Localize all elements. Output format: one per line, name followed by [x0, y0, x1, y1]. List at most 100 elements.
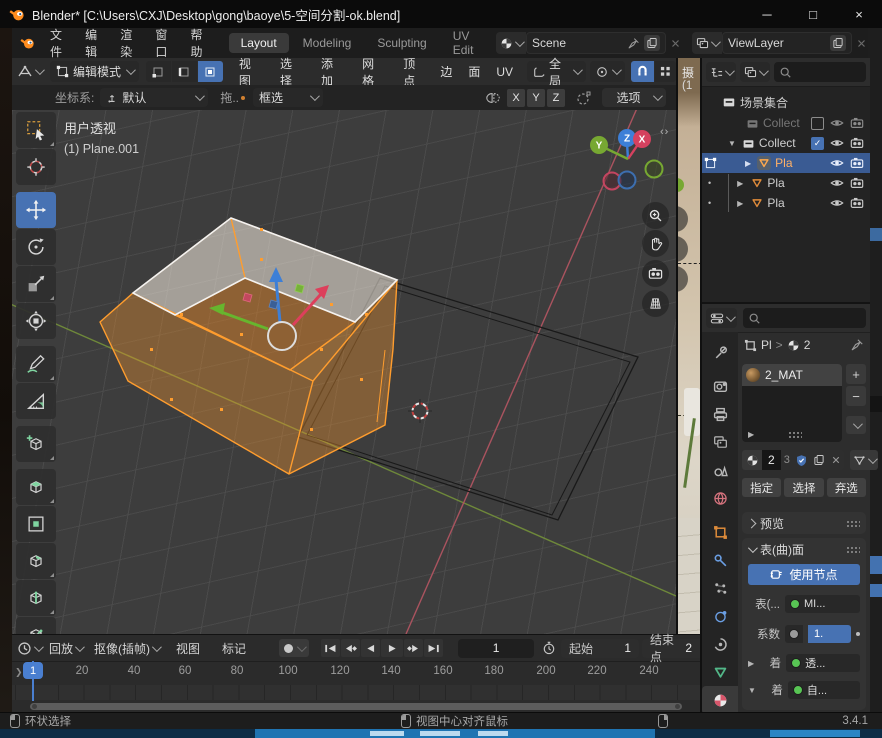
menu-edge[interactable]: 边: [432, 63, 460, 80]
menu-window[interactable]: 窗口: [144, 26, 179, 60]
workspace-tab-modeling[interactable]: Modeling: [291, 33, 364, 53]
properties-search-input[interactable]: [743, 308, 866, 328]
keying-menu[interactable]: 抠像(插帧): [94, 640, 159, 657]
menu-vertex[interactable]: 顶点: [391, 55, 432, 89]
tool-knife[interactable]: [16, 617, 56, 634]
workspace-tab-sculpting[interactable]: Sculpting: [365, 33, 438, 53]
outliner-search-input[interactable]: [774, 62, 866, 82]
menu-file[interactable]: 文件: [39, 26, 74, 60]
tab-constraints[interactable]: [702, 630, 738, 658]
outliner-row-collection-excluded[interactable]: Collect: [702, 113, 870, 133]
tab-view-layer[interactable]: [702, 428, 738, 456]
render-camera-icon[interactable]: [850, 116, 864, 130]
pivot-point-dropdown[interactable]: [590, 61, 625, 82]
minimize-button[interactable]: ─: [744, 0, 790, 28]
tool-scale[interactable]: [16, 266, 56, 302]
tool-rotate[interactable]: [16, 229, 56, 265]
pin-icon[interactable]: [850, 338, 864, 352]
tab-particles[interactable]: [702, 574, 738, 602]
scene-name-field[interactable]: Scene: [526, 32, 666, 54]
unlink-material-icon[interactable]: [828, 450, 844, 470]
playhead-frame-badge[interactable]: 1: [23, 662, 43, 679]
timeline-markers-menu[interactable]: 标记: [211, 640, 257, 657]
pan-hand-button[interactable]: [642, 230, 669, 257]
menu-mesh[interactable]: 网格: [350, 55, 391, 89]
render-camera-icon[interactable]: [850, 176, 864, 190]
breadcrumb-material[interactable]: 2: [804, 338, 811, 352]
frame-end-field[interactable]: 结束点 2: [642, 639, 700, 658]
next-keyframe-button[interactable]: [404, 639, 423, 657]
copy-material-icon[interactable]: [811, 450, 828, 470]
render-camera-icon[interactable]: [850, 156, 864, 170]
unlink-scene-icon[interactable]: [669, 37, 682, 50]
tab-scene[interactable]: [702, 456, 738, 484]
slot-specials-triangle[interactable]: ▶: [748, 430, 754, 439]
app-menu-blender-icon[interactable]: [20, 36, 35, 50]
maximize-button[interactable]: □: [790, 0, 836, 28]
scrollbar-handle-left[interactable]: [32, 704, 37, 709]
material-name-field[interactable]: 2: [762, 450, 781, 470]
expand-triangle-icon[interactable]: ▶: [737, 179, 743, 188]
mirror-x-button[interactable]: X: [507, 89, 525, 107]
tool-cursor[interactable]: [16, 149, 56, 185]
prev-keyframe-button[interactable]: [341, 639, 360, 657]
tool-extrude-region[interactable]: [16, 469, 56, 505]
collection-checkbox-checked[interactable]: ✓: [811, 137, 824, 150]
tab-physics[interactable]: [702, 602, 738, 630]
play-button[interactable]: [381, 639, 403, 657]
frame-start-field[interactable]: 起始 1: [561, 639, 639, 658]
snap-settings-button[interactable]: [655, 61, 676, 82]
mirror-z-button[interactable]: Z: [547, 89, 565, 107]
tool-inset-faces[interactable]: [16, 506, 56, 542]
tool-measure[interactable]: [16, 383, 56, 419]
preview-panel[interactable]: 预览: [742, 512, 866, 534]
workspace-tab-uv-edit[interactable]: UV Edit: [441, 26, 487, 60]
timeline-view-menu[interactable]: 视图: [165, 640, 211, 657]
fake-user-shield-icon[interactable]: [793, 450, 811, 470]
playback-menu[interactable]: 回放: [49, 640, 82, 657]
outliner-row-collection[interactable]: ▼ Collect ✓: [702, 133, 870, 153]
coord-system-dropdown[interactable]: 默认: [100, 88, 208, 107]
shader2-selector[interactable]: 自...: [788, 681, 860, 699]
timeline-ruler[interactable]: ❯ 20 40 60 80 100 120 140 160 180 200 22…: [12, 661, 700, 685]
breadcrumb-object[interactable]: Pl: [761, 338, 772, 352]
timeline-editor-type-button[interactable]: [17, 641, 41, 656]
snap-toggle-button[interactable]: [631, 61, 654, 82]
list-resize-grip[interactable]: [788, 431, 802, 438]
assign-button[interactable]: 指定: [742, 478, 781, 497]
outliner-filter-button[interactable]: [740, 62, 770, 82]
jump-to-end-button[interactable]: [424, 639, 443, 657]
tab-material-active[interactable]: [702, 686, 738, 714]
camera-view-button[interactable]: [642, 260, 669, 287]
node-socket-dropdown[interactable]: [850, 450, 878, 470]
mirror-y-button[interactable]: Y: [527, 89, 545, 107]
expand-triangle-icon[interactable]: ▼: [748, 686, 756, 695]
expand-triangle-icon[interactable]: ▶: [748, 659, 754, 668]
hide-eye-icon[interactable]: [830, 156, 844, 170]
slot-specials-button[interactable]: [846, 416, 866, 434]
new-scene-icon[interactable]: [644, 35, 660, 51]
outliner-row-plane-active[interactable]: ▶ Pla: [702, 153, 870, 173]
vertex-select-button[interactable]: [146, 61, 171, 82]
new-view-layer-icon[interactable]: [830, 35, 846, 51]
hide-eye-icon[interactable]: [830, 116, 844, 130]
use-nodes-button[interactable]: 使用节点: [748, 564, 860, 585]
collection-checkbox-unchecked[interactable]: [811, 117, 824, 130]
panel-grip[interactable]: [846, 520, 860, 527]
outliner-row-plane[interactable]: • ▶ Pla: [702, 173, 870, 193]
play-reverse-button[interactable]: [361, 639, 380, 657]
options-dropdown[interactable]: 选项: [602, 88, 666, 107]
tab-tool[interactable]: [702, 338, 738, 366]
viewport-canvas[interactable]: 用户透视 (1) Plane.001: [12, 110, 676, 634]
browse-view-layer-button[interactable]: [692, 32, 722, 54]
perspective-toggle-button[interactable]: [642, 290, 669, 317]
timeline-scrollbar[interactable]: [30, 703, 682, 710]
surface-panel-header[interactable]: 表(曲)面: [742, 538, 866, 560]
current-frame-field[interactable]: 1: [458, 639, 534, 658]
tool-annotate[interactable]: [16, 346, 56, 382]
outliner-row-plane[interactable]: • ▶ Pla: [702, 193, 870, 213]
expand-triangle-icon[interactable]: ▶: [737, 199, 743, 208]
render-camera-icon[interactable]: [850, 136, 864, 150]
hide-eye-icon[interactable]: [830, 176, 844, 190]
region-expand-arrow[interactable]: ❯: [15, 667, 23, 678]
